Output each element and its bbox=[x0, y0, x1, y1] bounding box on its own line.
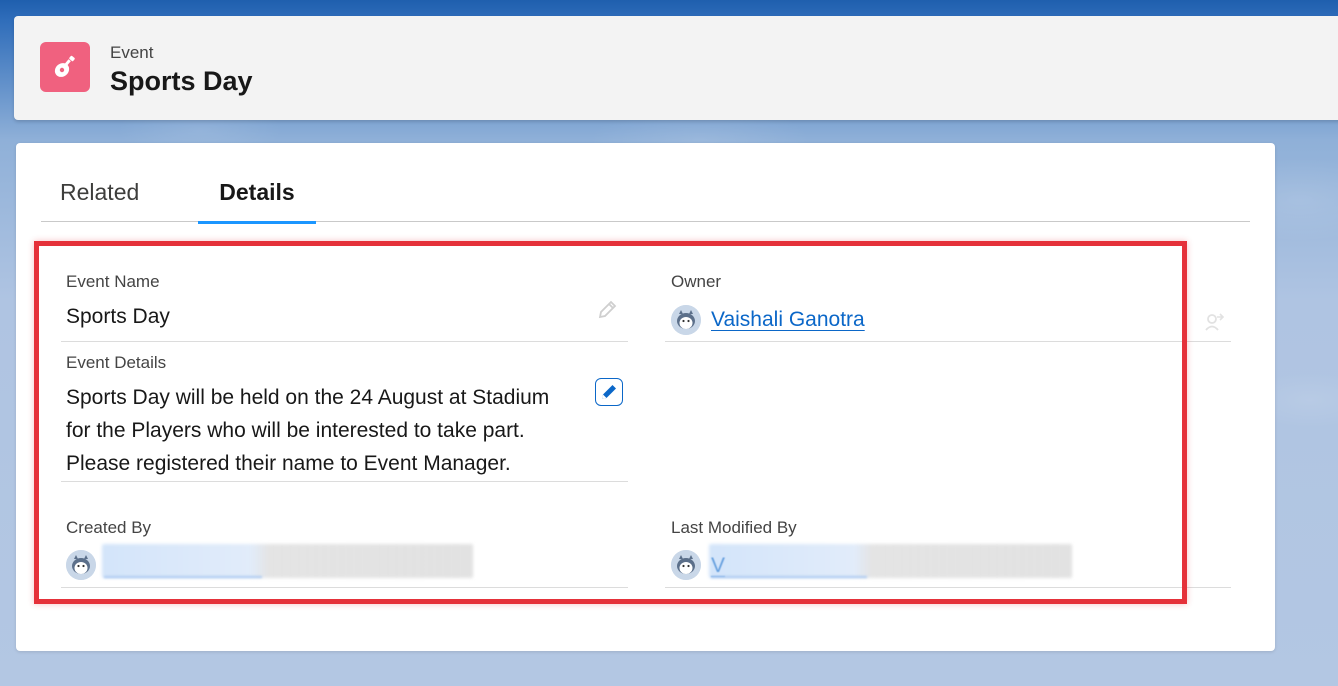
last-modified-by-avatar bbox=[671, 550, 701, 580]
event-name-divider bbox=[61, 341, 628, 342]
event-details-line-2: for the Players who will be interested t… bbox=[66, 419, 525, 442]
owner-avatar bbox=[671, 305, 701, 335]
last-modified-by-label: Last Modified By bbox=[671, 518, 797, 537]
record-title: Sports Day bbox=[110, 66, 253, 96]
guitar-icon bbox=[40, 42, 90, 92]
tab-details[interactable]: Details bbox=[198, 179, 316, 224]
last-modified-by-link-underline bbox=[711, 576, 867, 578]
event-details-line-3: Please registered their name to Event Ma… bbox=[66, 452, 511, 475]
last-modified-by-redacted-value[interactable] bbox=[709, 544, 1072, 578]
event-details-label: Event Details bbox=[66, 353, 167, 372]
object-type-label: Event bbox=[110, 43, 154, 62]
owner-divider bbox=[665, 341, 1231, 342]
created-by-link-underline bbox=[104, 576, 262, 578]
tab-bar: Related Details bbox=[41, 143, 1250, 224]
record-header: Event Sports Day bbox=[14, 16, 1338, 120]
event-details-divider bbox=[61, 481, 628, 482]
owner-label: Owner bbox=[671, 272, 722, 291]
edit-event-name-pencil-icon[interactable] bbox=[596, 299, 622, 325]
change-owner-icon[interactable] bbox=[1203, 311, 1229, 337]
created-by-redacted-value[interactable] bbox=[102, 544, 473, 578]
owner-link[interactable]: Vaishali Ganotra bbox=[711, 303, 865, 336]
event-name-label: Event Name bbox=[66, 272, 160, 291]
created-by-avatar bbox=[66, 550, 96, 580]
edit-event-details-pencil-icon[interactable] bbox=[595, 378, 623, 406]
created-by-label: Created By bbox=[66, 518, 152, 537]
last-modified-by-divider bbox=[665, 587, 1231, 588]
tab-related[interactable]: Related bbox=[60, 179, 139, 222]
event-details-line-1: Sports Day will be held on the 24 August… bbox=[66, 386, 550, 409]
event-name-value: Sports Day bbox=[66, 305, 170, 328]
created-by-divider bbox=[61, 587, 628, 588]
